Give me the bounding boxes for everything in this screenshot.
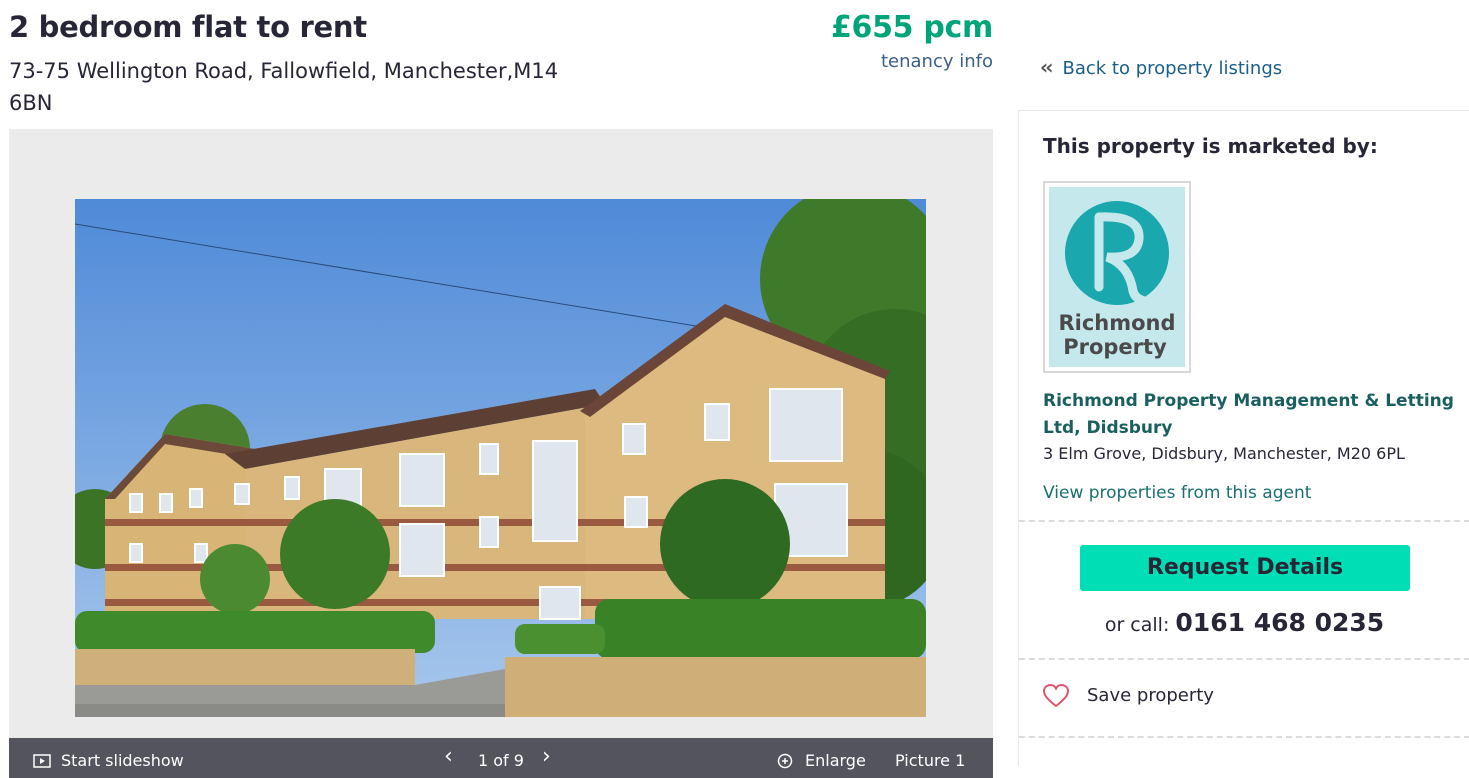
photo-gallery: Start slideshow ‹ 1 of 9 › Enlarge Pictu… bbox=[9, 129, 993, 778]
back-to-listings-link[interactable]: ‹‹ Back to property listings bbox=[1040, 55, 1282, 79]
double-chevron-left-icon: ‹‹ bbox=[1040, 55, 1054, 79]
logo-text-line1: Richmond bbox=[1058, 311, 1175, 335]
marketed-by-heading: This property is marketed by: bbox=[1043, 134, 1378, 158]
heart-icon bbox=[1043, 684, 1069, 708]
back-link-label: Back to property listings bbox=[1062, 58, 1283, 79]
save-property-label: Save property bbox=[1087, 685, 1214, 706]
logo-background: Richmond Property bbox=[1049, 187, 1185, 367]
call-agent: or call: 0161 468 0235 bbox=[1019, 608, 1469, 637]
save-property-button[interactable]: Save property bbox=[1043, 684, 1214, 708]
tenancy-info-link[interactable]: tenancy info bbox=[881, 51, 993, 72]
slideshow-label: Start slideshow bbox=[61, 751, 184, 770]
divider bbox=[1019, 736, 1469, 738]
request-details-button[interactable]: Request Details bbox=[1080, 545, 1410, 591]
logo-text-line2: Property bbox=[1063, 335, 1167, 359]
picture-label: Picture 1 bbox=[895, 751, 966, 770]
richmond-logo-icon: Richmond Property bbox=[1058, 201, 1176, 359]
property-price: £655 pcm bbox=[830, 10, 993, 45]
picture-counter: 1 of 9 bbox=[478, 751, 524, 770]
chevron-left-icon[interactable]: ‹ bbox=[444, 744, 453, 769]
agent-panel: This property is marketed by: Richmond P… bbox=[1018, 110, 1469, 766]
building-photo-illustration bbox=[75, 199, 926, 717]
zoom-icon bbox=[777, 753, 793, 769]
divider bbox=[1019, 658, 1469, 660]
or-call-label: or call: bbox=[1104, 614, 1170, 636]
chevron-right-icon[interactable]: › bbox=[542, 744, 551, 769]
agent-address: 3 Elm Grove, Didsbury, Manchester, M20 6… bbox=[1043, 444, 1405, 463]
enlarge-button[interactable]: Enlarge bbox=[777, 751, 866, 770]
property-photo[interactable] bbox=[75, 199, 926, 717]
divider bbox=[1019, 520, 1469, 522]
agent-name-link[interactable]: Richmond Property Management & Letting L… bbox=[1043, 388, 1463, 442]
enlarge-label: Enlarge bbox=[805, 751, 866, 770]
property-address: 73-75 Wellington Road, Fallowfield, Manc… bbox=[9, 59, 559, 115]
page-title: 2 bedroom flat to rent bbox=[9, 10, 367, 44]
agent-logo[interactable]: Richmond Property bbox=[1043, 181, 1191, 373]
agent-phone-number[interactable]: 0161 468 0235 bbox=[1175, 608, 1384, 637]
play-icon bbox=[33, 754, 51, 768]
view-agent-properties-link[interactable]: View properties from this agent bbox=[1043, 483, 1311, 503]
start-slideshow-button[interactable]: Start slideshow bbox=[33, 751, 184, 770]
gallery-controls-bar: Start slideshow ‹ 1 of 9 › Enlarge Pictu… bbox=[9, 738, 993, 778]
